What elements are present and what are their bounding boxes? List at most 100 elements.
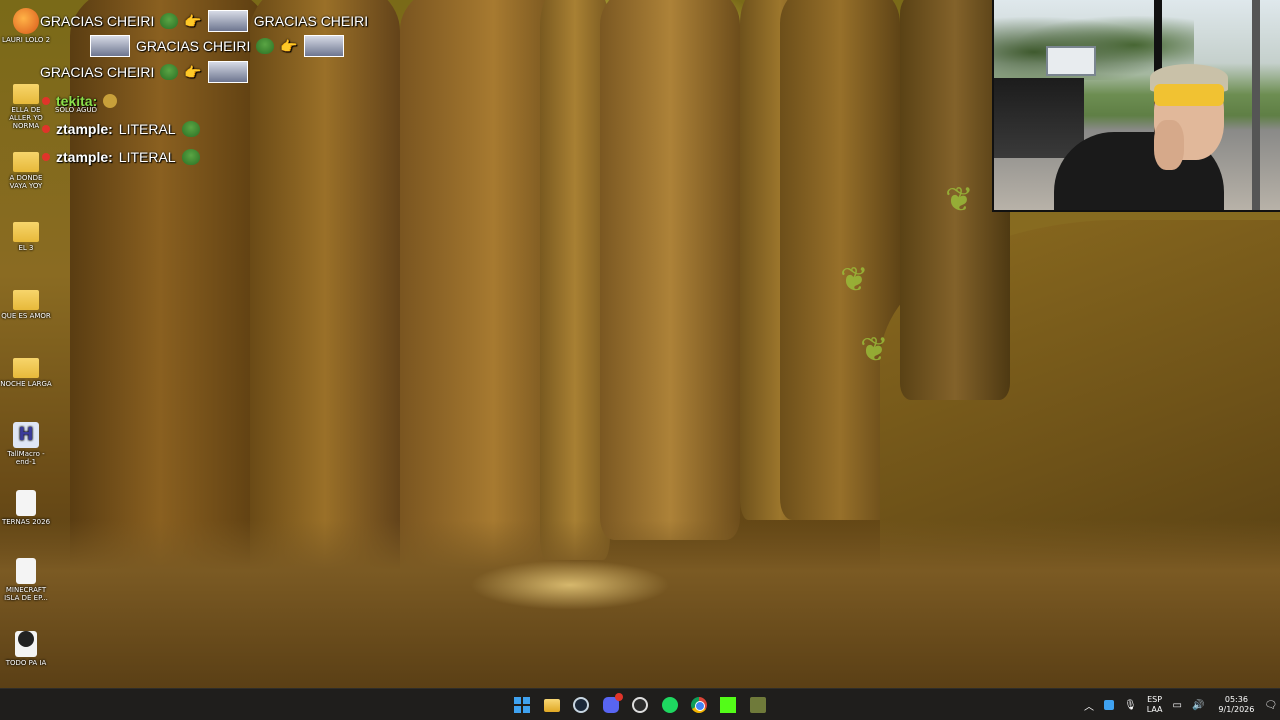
taskbar-chrome[interactable] bbox=[687, 694, 711, 716]
app-icon bbox=[750, 697, 766, 713]
h-app-icon: H bbox=[13, 422, 39, 448]
folder-icon bbox=[13, 358, 39, 378]
chat-message: GRACIAS CHEIRI 👉 GRACIAS CHEIRI bbox=[40, 9, 368, 33]
pepe-emote-icon bbox=[160, 13, 179, 29]
desktop-icon-noche-larga[interactable]: NOCHE LARGA bbox=[0, 354, 52, 388]
desktop-icon-el-3[interactable]: EL 3 bbox=[0, 218, 52, 252]
clock[interactable]: 05:36 9/1/2026 bbox=[1218, 695, 1254, 715]
thumbnail-emote-icon bbox=[90, 35, 130, 57]
taskbar-kick[interactable] bbox=[716, 694, 740, 716]
pepe-emote-icon bbox=[181, 149, 200, 165]
pepe-emote-icon bbox=[256, 38, 275, 54]
pointing-hand-emote-icon: 👉 bbox=[280, 37, 298, 54]
kick-icon bbox=[720, 697, 736, 713]
chat-message-text: LITERAL bbox=[118, 121, 176, 137]
notification-icon[interactable]: 🗨 bbox=[1264, 700, 1277, 711]
thumbnail-emote-icon bbox=[207, 61, 248, 83]
pepe-emote-icon bbox=[160, 64, 179, 80]
taskbar-app[interactable] bbox=[746, 694, 770, 716]
steam-icon bbox=[573, 697, 589, 713]
discord-icon bbox=[603, 693, 623, 713]
face-emote-icon bbox=[103, 94, 118, 108]
thumbnail-emote-icon bbox=[207, 10, 248, 32]
chat-message-text: GRACIAS CHEIRI bbox=[253, 13, 369, 29]
system-tray: ︿ 🎙 ESP LAA ▭ 🔊 05:36 9/1/2026 🗨 bbox=[1084, 689, 1277, 720]
clock-time: 05:36 bbox=[1224, 695, 1248, 704]
network-shield-icon[interactable] bbox=[1104, 700, 1114, 710]
desktop-icon-label: TallMacro - end-1 bbox=[7, 450, 45, 466]
spotify-icon bbox=[662, 697, 678, 713]
desktop-icon-label: A DONDE VAYA YOY bbox=[9, 174, 43, 190]
user-badge-icon bbox=[42, 125, 50, 133]
fern-icon: ❦ bbox=[945, 180, 974, 220]
taskbar: ︿ 🎙 ESP LAA ▭ 🔊 05:36 9/1/2026 🗨 bbox=[0, 688, 1280, 720]
keyboard-layout: LAA bbox=[1146, 705, 1163, 714]
pointing-hand-emote-icon: 👉 bbox=[184, 63, 202, 80]
desktop-icon-tallmacro[interactable]: H TallMacro - end-1 bbox=[0, 422, 52, 466]
desktop-icon-todo-pa-ia[interactable]: TODO PA IA bbox=[0, 626, 52, 667]
desktop-icon-label: QUE ES AMOR bbox=[1, 312, 51, 320]
chat-message: GRACIAS CHEIRI 👉 bbox=[40, 60, 248, 84]
desktop-icon-label: LAURI LOLO 2 bbox=[1, 36, 51, 44]
taskbar-discord[interactable] bbox=[599, 693, 623, 716]
chat-username: ztample: bbox=[56, 121, 113, 137]
file-explorer-icon bbox=[544, 698, 560, 712]
volume-icon[interactable]: 🔊 bbox=[1192, 700, 1204, 711]
folder-icon bbox=[13, 290, 39, 310]
taskbar-obs[interactable] bbox=[628, 694, 652, 716]
chat-message: ztample: LITERAL bbox=[42, 117, 200, 141]
folder-icon bbox=[13, 152, 39, 172]
webcam-person-hand bbox=[1154, 120, 1184, 170]
chat-message: tekita: bbox=[42, 89, 118, 113]
webcam-feed bbox=[992, 0, 1280, 212]
chat-message-text: GRACIAS CHEIRI bbox=[136, 38, 251, 54]
show-hidden-icons-chevron-icon[interactable]: ︿ bbox=[1084, 698, 1094, 713]
chrome-icon bbox=[691, 697, 707, 713]
desktop-icon-label: TODO PA IA bbox=[5, 659, 47, 667]
microphone-icon[interactable]: 🎙 bbox=[1124, 700, 1137, 711]
chat-username: ztample: bbox=[56, 149, 113, 165]
user-badge-icon bbox=[42, 97, 50, 105]
user-badge-icon bbox=[42, 153, 50, 161]
desktop-icon-label: MINECRAFT ISLA DE EP... bbox=[4, 586, 48, 602]
obs-icon bbox=[632, 697, 648, 713]
thumbnail-emote-icon bbox=[303, 35, 344, 57]
taskbar-file-explorer[interactable] bbox=[540, 694, 564, 716]
tree-trunk bbox=[600, 0, 740, 540]
desktop-icon-minecraft[interactable]: MINECRAFT ISLA DE EP... bbox=[0, 558, 52, 602]
language-indicator[interactable]: ESP LAA bbox=[1147, 695, 1163, 715]
webcam-person-headband bbox=[1154, 84, 1224, 106]
webcam-window-frame bbox=[1252, 0, 1260, 210]
pepe-emote-icon bbox=[181, 121, 200, 137]
clock-date: 9/1/2026 bbox=[1218, 705, 1255, 714]
fern-icon: ❦ bbox=[840, 260, 869, 300]
video-icon bbox=[15, 631, 37, 657]
desktop-icon-ternas-2026[interactable]: TERNAS 2026 bbox=[0, 490, 52, 526]
sunlit-path bbox=[470, 560, 670, 610]
pointing-hand-emote-icon: 👉 bbox=[184, 12, 202, 29]
language-code: ESP bbox=[1147, 695, 1163, 704]
desktop-icon-que-es-amor[interactable]: QUE ES AMOR bbox=[0, 286, 52, 320]
chat-message-text: GRACIAS CHEIRI bbox=[40, 64, 155, 80]
windows-start-icon bbox=[514, 697, 530, 713]
desktop-icon-label: EL 3 bbox=[18, 244, 34, 252]
chat-message-text: LITERAL bbox=[118, 149, 176, 165]
fern-icon: ❦ bbox=[860, 330, 889, 370]
start-button[interactable] bbox=[510, 694, 534, 716]
app-icon bbox=[13, 8, 39, 34]
chat-message-text: GRACIAS CHEIRI bbox=[40, 13, 155, 29]
taskbar-steam[interactable] bbox=[569, 694, 593, 716]
chat-username: tekita: bbox=[56, 93, 98, 109]
desktop-icon-label: NOCHE LARGA bbox=[0, 380, 52, 388]
desktop-icon-label: ELLA DE ALLER YO NORMA bbox=[9, 106, 43, 130]
taskbar-spotify[interactable] bbox=[658, 694, 682, 716]
network-icon[interactable]: ▭ bbox=[1173, 700, 1182, 711]
chat-message: ztample: LITERAL bbox=[42, 145, 200, 169]
folder-icon bbox=[13, 84, 39, 104]
desktop-icon-label: TERNAS 2026 bbox=[1, 518, 51, 526]
folder-icon bbox=[13, 222, 39, 242]
document-icon bbox=[16, 558, 36, 584]
document-icon bbox=[16, 490, 36, 516]
chat-message: GRACIAS CHEIRI 👉 bbox=[90, 34, 344, 58]
webcam-person bbox=[1054, 64, 1228, 210]
